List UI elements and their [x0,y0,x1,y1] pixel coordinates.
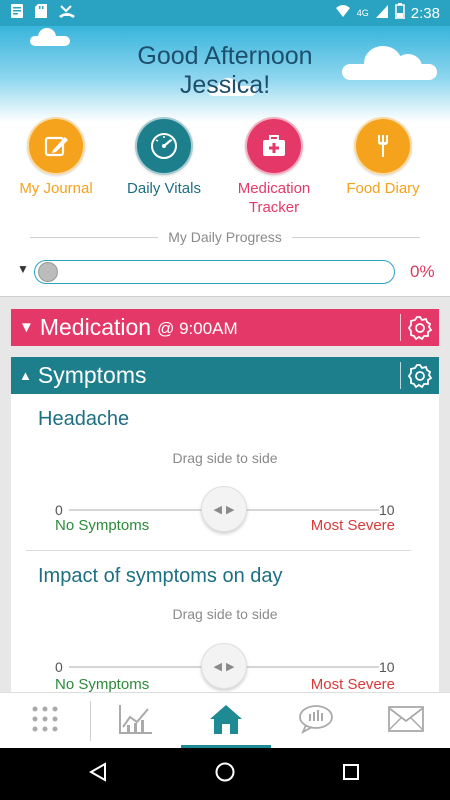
chart-icon [118,703,154,740]
medical-kit-icon [245,117,303,175]
daily-vitals-button[interactable]: Daily Vitals [108,117,220,198]
food-diary-label: Food Diary [346,180,420,197]
home-button[interactable] [181,693,271,749]
symptoms-title: Symptoms [37,362,147,388]
most-severe-label: Most Severe [310,676,395,692]
status-time: 2:38 [410,4,440,22]
missed-call-icon [58,3,76,23]
fork-icon [354,117,412,175]
greeting-name: Jessica! [179,71,271,99]
avatar [38,262,58,282]
slider-max: 10 [379,659,395,675]
signal-icon [375,3,389,23]
slider-handle[interactable]: ◀ ▶ [201,486,247,532]
divider [400,362,401,389]
slider-max: 10 [379,502,395,518]
arrow-right-icon: ▶ [226,660,235,673]
chart-button[interactable] [91,693,181,749]
battery-icon [395,3,405,23]
arrow-left-icon: ◀ [213,660,222,673]
medication-tracker-label-line1: Medication [237,180,311,197]
medication-time: @ 9:00AM [157,319,238,338]
drag-hint: Drag side to side [172,606,278,622]
back-button[interactable] [84,760,112,788]
progress-percent: 0% [410,262,435,281]
network-label: 4G [356,8,369,18]
no-symptoms-label: No Symptoms [55,676,150,692]
arrow-right-icon: ▶ [226,503,235,516]
progress-bar [34,260,395,284]
slider-min: 0 [55,502,63,518]
grid-menu-icon [30,704,60,739]
recents-button[interactable] [337,760,365,788]
slider-handle[interactable]: ◀ ▶ [201,643,247,689]
home-circle-icon [214,761,236,788]
back-icon [87,761,109,788]
divider [26,550,411,551]
progress-title: My Daily Progress [168,229,282,245]
sd-card-icon [34,3,48,23]
my-journal-button[interactable]: My Journal [0,117,112,198]
question-title: Headache [38,408,130,430]
divider [400,314,401,341]
question-title: Impact of symptoms on day [38,565,283,587]
medication-section-header[interactable]: ▼ Medication @ 9:00AM [11,309,439,346]
status-bar: 4G 2:38 [0,0,450,26]
most-severe-label: Most Severe [310,517,395,534]
speech-bubble-icon [298,704,334,739]
no-symptoms-label: No Symptoms [55,517,150,534]
medication-tracker-label-line2: Tracker [248,199,300,216]
gear-icon[interactable] [405,361,435,391]
progress-row: ▼ 0% [0,258,450,286]
content-area: ▼ Medication @ 9:00AM ▲ Symptoms Headach… [0,296,450,692]
expand-arrow-icon: ▼ [19,319,34,336]
home-system-button[interactable] [211,760,239,788]
my-journal-label: My Journal [19,180,93,197]
grid-menu-button[interactable] [0,693,90,749]
gauge-icon [135,117,193,175]
envelope-icon [387,705,424,737]
drag-hint: Drag side to side [172,450,278,466]
messages-button[interactable] [271,693,361,749]
wifi-icon [335,3,351,23]
recents-icon [341,762,361,787]
arrow-left-icon: ◀ [213,503,222,516]
notes-icon [10,3,24,23]
medication-tracker-label: Medication Tracker [218,179,330,217]
gear-icon[interactable] [405,313,435,343]
medication-title: Medication [39,314,152,340]
quick-actions: My Journal Daily Vitals Medication Track… [0,117,450,222]
symptoms-card: Headache Drag side to side 0 10 ◀ ▶ No Sy… [11,394,439,692]
food-diary-button[interactable]: Food Diary [327,117,439,198]
collapse-arrow-icon[interactable]: ▼ [17,262,29,276]
symptoms-section-header[interactable]: ▲ Symptoms [11,357,439,394]
daily-vitals-label: Daily Vitals [127,180,201,197]
mail-button[interactable] [361,693,450,749]
home-icon [209,703,243,740]
header: Good Afternoon Jessica! [0,26,450,122]
system-nav-bar [0,748,450,800]
medication-tracker-button[interactable]: Medication Tracker [218,117,330,217]
pencil-note-icon [27,117,85,175]
bottom-nav [0,692,450,748]
greeting: Good Afternoon Jessica! [0,42,450,100]
greeting-line1: Good Afternoon [137,42,313,70]
slider-min: 0 [55,659,63,675]
collapse-arrow-icon: ▲ [19,368,32,383]
